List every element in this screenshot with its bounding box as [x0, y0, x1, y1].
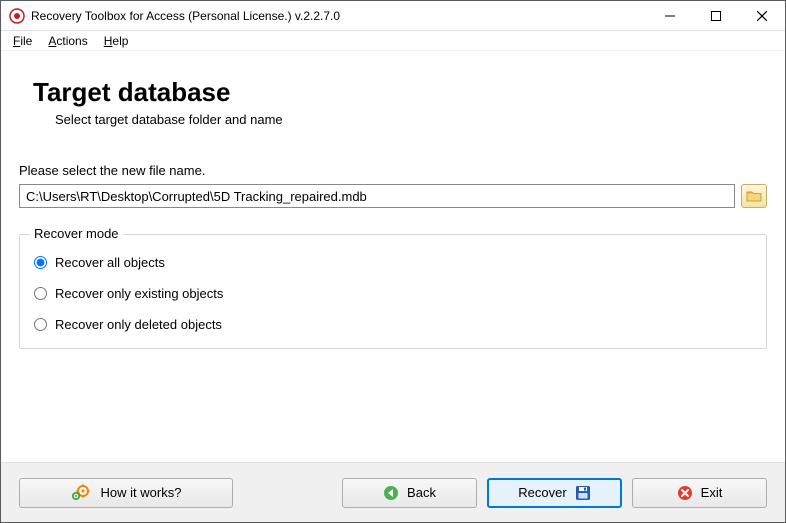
browse-button[interactable]	[741, 184, 767, 208]
radio-recover-existing-input[interactable]	[34, 287, 47, 300]
exit-icon	[677, 485, 693, 501]
radio-recover-existing[interactable]: Recover only existing objects	[34, 286, 754, 301]
how-it-works-button[interactable]: How it works?	[19, 478, 233, 508]
exit-label: Exit	[701, 485, 723, 500]
recover-mode-legend: Recover mode	[30, 226, 123, 241]
back-button[interactable]: Back	[342, 478, 477, 508]
menu-actions[interactable]: Actions	[40, 32, 95, 50]
page-title: Target database	[33, 77, 767, 108]
file-prompt: Please select the new file name.	[19, 163, 767, 178]
menu-file[interactable]: File	[5, 32, 40, 50]
menu-file-rest: ile	[20, 34, 32, 48]
recover-mode-group: Recover mode Recover all objects Recover…	[19, 234, 767, 349]
recover-label: Recover	[518, 485, 566, 500]
folder-icon	[746, 189, 762, 203]
button-bar: How it works? Back Recover Exit	[1, 462, 785, 522]
exit-button[interactable]: Exit	[632, 478, 767, 508]
gear-icon	[71, 483, 93, 503]
window-title: Recovery Toolbox for Access (Personal Li…	[31, 9, 647, 23]
arrow-left-icon	[383, 485, 399, 501]
content-area: Target database Select target database f…	[1, 51, 785, 462]
save-disk-icon	[575, 485, 591, 501]
menu-help-rest: elp	[112, 34, 128, 48]
close-button[interactable]	[739, 1, 785, 31]
app-window: Recovery Toolbox for Access (Personal Li…	[0, 0, 786, 523]
radio-recover-deleted-input[interactable]	[34, 318, 47, 331]
menubar: File Actions Help	[1, 31, 785, 51]
maximize-button[interactable]	[693, 1, 739, 31]
menu-actions-rest: ctions	[56, 34, 87, 48]
back-label: Back	[407, 485, 436, 500]
recover-button[interactable]: Recover	[487, 478, 622, 508]
menu-help[interactable]: Help	[96, 32, 137, 50]
radio-recover-all-label: Recover all objects	[55, 255, 165, 270]
file-row	[19, 184, 767, 208]
radio-recover-deleted[interactable]: Recover only deleted objects	[34, 317, 754, 332]
page-subtitle: Select target database folder and name	[55, 112, 767, 127]
radio-recover-existing-label: Recover only existing objects	[55, 286, 223, 301]
how-it-works-label: How it works?	[101, 485, 182, 500]
file-path-input[interactable]	[19, 184, 735, 208]
radio-recover-all[interactable]: Recover all objects	[34, 255, 754, 270]
titlebar: Recovery Toolbox for Access (Personal Li…	[1, 1, 785, 31]
radio-recover-deleted-label: Recover only deleted objects	[55, 317, 222, 332]
minimize-button[interactable]	[647, 1, 693, 31]
app-icon	[9, 8, 25, 24]
radio-recover-all-input[interactable]	[34, 256, 47, 269]
window-controls	[647, 1, 785, 30]
